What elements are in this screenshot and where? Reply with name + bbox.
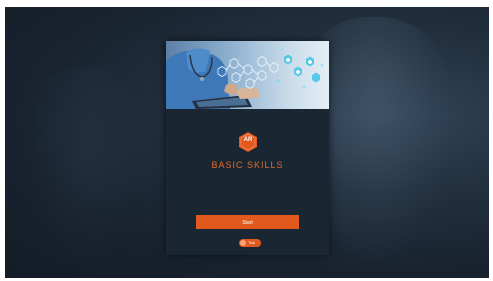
start-button[interactable]: Start: [196, 215, 299, 229]
language-toggle-label: Tisk: [248, 240, 256, 245]
ar-logo: AR: [238, 131, 258, 153]
language-toggle[interactable]: Tisk: [239, 239, 261, 247]
app-screen: AR BASIC SKILLS Start Tisk: [5, 7, 489, 278]
toggle-knob: [240, 240, 246, 246]
background-shadow: [25, 67, 145, 267]
start-card: AR BASIC SKILLS Start Tisk: [166, 41, 329, 255]
hero-image: [166, 41, 329, 109]
logo-text: AR: [243, 137, 253, 143]
app-title: BASIC SKILLS: [211, 160, 284, 170]
